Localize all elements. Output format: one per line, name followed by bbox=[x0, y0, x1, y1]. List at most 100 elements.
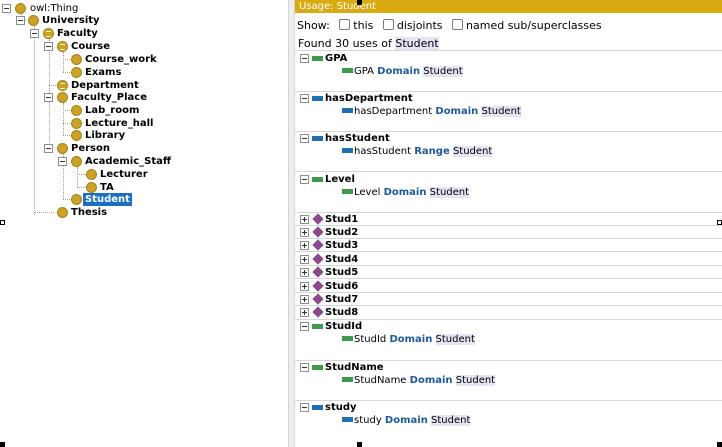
usage-axiom-row[interactable]: Level Domain Student bbox=[295, 186, 722, 199]
usage-axiom-row[interactable]: hasDepartment Domain Student bbox=[295, 105, 722, 118]
resize-handle[interactable] bbox=[357, 442, 362, 447]
usage-group-header[interactable]: StudName bbox=[295, 361, 722, 374]
tree-node-course-work[interactable]: Course_work bbox=[0, 53, 170, 66]
expand-toggle[interactable] bbox=[300, 228, 309, 237]
filter-disjoints-checkbox[interactable] bbox=[382, 19, 394, 30]
collapse-toggle[interactable] bbox=[300, 322, 309, 331]
data-property-icon bbox=[312, 365, 323, 370]
collapse-toggle[interactable] bbox=[300, 363, 309, 372]
axiom-keyword: Domain bbox=[383, 187, 427, 198]
usage-group-stud3[interactable]: Stud3 bbox=[295, 239, 722, 252]
individual-icon bbox=[312, 213, 324, 225]
found-uses-text: Found 30 uses of Student bbox=[295, 37, 722, 51]
usage-group-stud5[interactable]: Stud5 bbox=[295, 266, 722, 279]
class-icon bbox=[71, 54, 82, 65]
pane-splitter[interactable] bbox=[288, 0, 295, 447]
usage-group-stud8[interactable]: Stud8 bbox=[295, 306, 722, 320]
axiom-keyword: Domain bbox=[389, 334, 433, 345]
collapse-toggle[interactable] bbox=[58, 157, 67, 166]
tree-node-label: Exams bbox=[85, 67, 122, 78]
expand-toggle[interactable] bbox=[300, 241, 309, 250]
usage-axiom-row[interactable]: GPA Domain Student bbox=[295, 65, 722, 78]
class-hierarchy-tree: owl:Thing University Faculty Course Cour… bbox=[0, 0, 288, 447]
filter-disjoints-label[interactable]: disjoints bbox=[397, 19, 443, 32]
collapse-toggle[interactable] bbox=[30, 29, 39, 38]
tree-node-person[interactable]: Person bbox=[0, 142, 130, 155]
usage-group-header[interactable]: study bbox=[295, 401, 722, 414]
collapse-toggle[interactable] bbox=[300, 175, 309, 184]
collapse-toggle[interactable] bbox=[300, 134, 309, 143]
tree-node-student[interactable]: Student bbox=[0, 193, 140, 206]
expand-toggle[interactable] bbox=[300, 268, 309, 277]
class-icon bbox=[71, 130, 82, 141]
usage-group-header[interactable]: hasDepartment bbox=[295, 92, 722, 105]
usage-axiom: study Domain Student bbox=[354, 414, 471, 427]
tree-node-faculty-place[interactable]: Faculty_Place bbox=[0, 91, 160, 104]
usage-group-stud1[interactable]: Stud1 bbox=[295, 213, 722, 226]
data-property-icon bbox=[312, 177, 323, 182]
axiom-object: Student bbox=[481, 106, 521, 117]
expand-toggle[interactable] bbox=[300, 295, 309, 304]
usage-group-name: Stud1 bbox=[325, 214, 359, 225]
usage-group-header[interactable]: StudId bbox=[295, 320, 722, 333]
usage-axiom-row[interactable]: StudName Domain Student bbox=[295, 374, 722, 387]
usage-axiom-row[interactable]: hasStudent Range Student bbox=[295, 145, 722, 158]
collapse-toggle[interactable] bbox=[300, 94, 309, 103]
resize-handle[interactable] bbox=[0, 220, 5, 225]
tree-node-thesis[interactable]: Thesis bbox=[0, 206, 130, 219]
tree-node-university[interactable]: University bbox=[0, 14, 120, 27]
collapse-toggle[interactable] bbox=[300, 54, 309, 63]
filter-this-label[interactable]: this bbox=[353, 19, 373, 32]
expand-toggle[interactable] bbox=[300, 282, 309, 291]
usage-group-stud2[interactable]: Stud2 bbox=[295, 226, 722, 239]
resize-handle[interactable] bbox=[717, 442, 722, 447]
usage-group-header[interactable]: Level bbox=[295, 173, 722, 186]
collapse-toggle[interactable] bbox=[16, 16, 25, 25]
tree-node-faculty[interactable]: Faculty bbox=[0, 27, 120, 40]
class-icon bbox=[71, 156, 82, 167]
resize-handle[interactable] bbox=[357, 0, 362, 5]
expand-toggle[interactable] bbox=[300, 215, 309, 224]
expand-toggle[interactable] bbox=[300, 255, 309, 264]
usage-axiom-row[interactable]: study Domain Student bbox=[295, 414, 722, 427]
object-property-icon bbox=[342, 417, 353, 422]
usage-group-name: StudName bbox=[325, 362, 384, 373]
collapse-toggle[interactable] bbox=[44, 144, 53, 153]
tree-node-label: Faculty_Place bbox=[71, 92, 147, 103]
collapse-toggle[interactable] bbox=[300, 403, 309, 412]
filter-this-checkbox[interactable] bbox=[339, 19, 351, 30]
expand-toggle[interactable] bbox=[300, 308, 309, 317]
object-property-icon bbox=[312, 96, 323, 101]
individual-icon bbox=[312, 293, 324, 305]
usage-group-name: GPA bbox=[325, 53, 348, 64]
tree-node-lab-room[interactable]: Lab_room bbox=[0, 104, 150, 117]
tree-node-label: Faculty bbox=[57, 28, 98, 39]
tree-node-library[interactable]: Library bbox=[0, 129, 140, 142]
collapse-toggle[interactable] bbox=[44, 42, 53, 51]
tree-node-course[interactable]: Course bbox=[0, 40, 130, 53]
usage-group-header[interactable]: GPA bbox=[295, 52, 722, 65]
usage-axiom: GPA Domain Student bbox=[354, 65, 463, 78]
object-property-icon bbox=[342, 108, 353, 113]
usage-group-header[interactable]: hasStudent bbox=[295, 132, 722, 145]
usage-group-stud6[interactable]: Stud6 bbox=[295, 280, 722, 293]
usage-group-name: Stud2 bbox=[325, 227, 359, 238]
collapse-toggle[interactable] bbox=[44, 93, 53, 102]
tree-node-exams[interactable]: Exams bbox=[0, 66, 140, 79]
filter-named-sub-superclasses-checkbox[interactable] bbox=[452, 19, 464, 30]
usage-axiom-row[interactable]: StudId Domain Student bbox=[295, 333, 722, 346]
tree-node-label: University bbox=[42, 15, 100, 26]
data-property-icon bbox=[342, 377, 353, 382]
collapse-toggle[interactable] bbox=[2, 4, 11, 13]
resize-handle[interactable] bbox=[0, 442, 5, 447]
usage-group-stud4[interactable]: Stud4 bbox=[295, 253, 722, 266]
usage-filter-bar: Show: this disjoints named sub/superclas… bbox=[295, 16, 722, 36]
tree-node-lecturer[interactable]: Lecturer bbox=[0, 168, 160, 181]
defined-class-icon bbox=[57, 41, 68, 52]
usage-group-stud7[interactable]: Stud7 bbox=[295, 293, 722, 306]
individual-icon bbox=[312, 239, 324, 251]
tree-node-academic-staff[interactable]: Academic_Staff bbox=[0, 155, 180, 168]
filter-named-sub-superclasses-label[interactable]: named sub/superclasses bbox=[466, 19, 602, 32]
class-icon bbox=[57, 92, 68, 103]
resize-handle[interactable] bbox=[717, 220, 722, 225]
